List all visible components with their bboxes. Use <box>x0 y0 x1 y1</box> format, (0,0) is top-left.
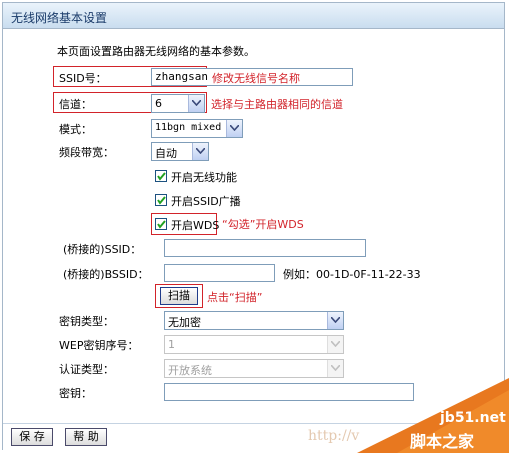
auth-type-label: 认证类型： <box>59 363 114 376</box>
ssid-label: SSID号： <box>59 72 107 85</box>
scan-note: 点击“扫描” <box>207 291 263 304</box>
page-description: 本页面设置路由器无线网络的基本参数。 <box>57 45 255 58</box>
chevron-down-icon <box>327 360 343 377</box>
channel-label: 信道： <box>59 98 92 111</box>
enable-wireless-checkbox[interactable] <box>155 170 167 182</box>
enable-wds-label: 开启WDS <box>171 219 220 232</box>
enable-ssid-broadcast-label: 开启SSID广播 <box>171 195 241 208</box>
auth-type-select[interactable]: 开放系统 <box>164 359 344 378</box>
bridge-bssid-input[interactable] <box>164 264 275 282</box>
help-button[interactable]: 帮 助 <box>65 428 107 446</box>
mode-select[interactable]: 11bgn mixed <box>151 119 243 138</box>
wep-index-select[interactable]: 1 <box>164 335 344 354</box>
chevron-down-icon <box>192 143 208 160</box>
bandwidth-label: 频段带宽： <box>59 146 114 159</box>
watermark-url: http://v <box>308 428 360 444</box>
chevron-down-icon <box>226 120 242 137</box>
watermark-site: jb51.net <box>440 410 506 426</box>
channel-note: 选择与主路由器相同的信道 <box>211 98 343 111</box>
ssid-note: 修改无线信号名称 <box>212 72 300 85</box>
chevron-down-icon <box>327 336 343 353</box>
mode-label: 模式： <box>59 123 92 136</box>
bridge-bssid-label: (桥接的)BSSID： <box>63 268 149 281</box>
wds-note: “勾选”开启WDS <box>222 218 304 231</box>
watermark-name: 脚本之家 <box>410 432 475 451</box>
channel-select[interactable]: 6 <box>151 94 205 113</box>
enable-wds-checkbox[interactable] <box>155 218 167 230</box>
page-title: 无线网络基本设置 <box>11 11 108 25</box>
bridge-ssid-input[interactable] <box>164 239 366 257</box>
enable-wireless-label: 开启无线功能 <box>171 171 237 184</box>
enable-ssid-broadcast-checkbox[interactable] <box>155 194 167 206</box>
key-label: 密钥： <box>59 387 92 400</box>
key-type-label: 密钥类型： <box>59 315 114 328</box>
bandwidth-select[interactable]: 自动 <box>151 142 209 161</box>
key-type-select[interactable]: 无加密 <box>164 311 344 330</box>
chevron-down-icon <box>188 95 204 112</box>
chevron-down-icon <box>327 312 343 329</box>
bridge-ssid-label: (桥接的)SSID： <box>63 243 142 256</box>
bssid-example: 例如：00-1D-0F-11-22-33 <box>283 268 421 281</box>
scan-button[interactable]: 扫描 <box>160 287 198 305</box>
save-button[interactable]: 保 存 <box>11 428 53 446</box>
wep-index-label: WEP密钥序号： <box>59 339 139 352</box>
title-bar: 无线网络基本设置 <box>3 3 504 29</box>
